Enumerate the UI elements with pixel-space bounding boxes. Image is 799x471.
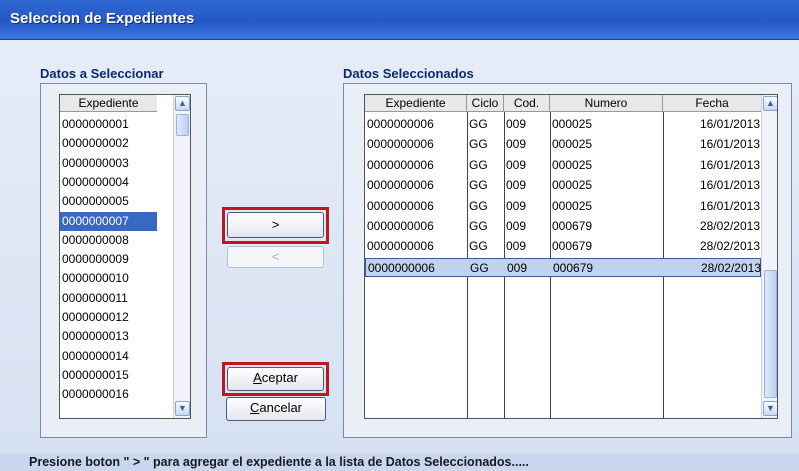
column-fecha[interactable]: Fecha <box>663 95 761 112</box>
column-expediente[interactable]: Expediente <box>365 95 467 112</box>
chevron-down-icon[interactable]: ▼ <box>763 401 777 416</box>
available-scroll-thumb[interactable] <box>176 114 189 136</box>
list-item[interactable]: 0000000004 <box>60 173 172 192</box>
list-item[interactable]: 0000000007 <box>60 211 157 231</box>
cell-cod: 009 <box>506 137 527 152</box>
table-row[interactable]: 0000000006 GG 009 000679 28/02/2013 <box>365 257 761 277</box>
accept-label-rest: ceptar <box>261 370 298 385</box>
column-ciclo[interactable]: Ciclo <box>467 95 504 112</box>
title-bar: Seleccion de Expedientes <box>0 0 799 40</box>
list-item[interactable]: 0000000005 <box>60 192 172 211</box>
table-row[interactable]: 0000000006 GG 009 000025 16/01/2013 <box>365 115 761 134</box>
cell-cod: 009 <box>506 157 527 172</box>
cancel-mnemonic: C <box>249 400 260 415</box>
list-item[interactable]: 0000000008 <box>60 231 172 250</box>
cancel-label-rest: ancelar <box>259 400 303 415</box>
add-button[interactable]: > <box>227 212 324 238</box>
cell-numero: 000679 <box>553 260 594 275</box>
list-item[interactable]: 0000000002 <box>60 134 172 153</box>
selected-label: Datos Seleccionados <box>343 66 474 81</box>
cell-fecha: 28/02/2013 <box>699 239 760 254</box>
cell-fecha: 28/02/2013 <box>700 260 761 275</box>
cell-ciclo: GG <box>469 219 488 233</box>
cell-cod: 009 <box>507 260 528 275</box>
remove-button[interactable]: < <box>227 246 324 268</box>
list-item[interactable]: 0000000001 <box>60 115 172 134</box>
chevron-up-icon[interactable]: ▲ <box>175 96 190 111</box>
cell-cod: 009 <box>506 178 527 193</box>
accept-mnemonic: A <box>253 370 262 385</box>
cell-cod: 009 <box>506 239 527 254</box>
cell-ciclo: GG <box>469 178 488 193</box>
cell-cod: 009 <box>506 198 527 213</box>
cell-numero: 000025 <box>552 137 593 152</box>
cell-ciclo: GG <box>469 157 488 172</box>
cell-numero: 000679 <box>552 219 593 233</box>
accept-button[interactable]: Aceptar <box>227 367 324 391</box>
list-item[interactable]: 0000000016 <box>60 385 172 404</box>
cell-expediente: 0000000006 <box>367 117 434 131</box>
table-row[interactable]: 0000000006 GG 009 000679 28/02/2013 <box>365 237 761 256</box>
list-item[interactable]: 0000000013 <box>60 327 172 346</box>
available-listbox[interactable]: Expediente 0000000001 0000000002 000000000… <box>59 94 191 419</box>
cell-expediente: 0000000006 <box>368 260 435 275</box>
status-bar: Presione boton " > " para agregar el exp… <box>0 454 799 471</box>
table-row[interactable]: 0000000006 GG 009 000025 16/01/2013 <box>365 156 761 175</box>
cell-ciclo: GG <box>469 239 488 254</box>
selected-grid[interactable]: Expediente Ciclo Cod. Numero Fecha 00000… <box>364 94 778 419</box>
cell-fecha: 16/01/2013 <box>699 157 760 172</box>
cell-expediente: 0000000006 <box>367 157 434 172</box>
table-row[interactable]: 0000000006 GG 009 000025 16/01/2013 <box>365 135 761 154</box>
selected-scroll-thumb[interactable] <box>764 270 777 398</box>
list-item[interactable]: 0000000014 <box>60 347 172 366</box>
cancel-button[interactable]: Cancelar <box>226 397 326 421</box>
cell-fecha: 16/01/2013 <box>699 178 760 193</box>
list-item[interactable]: 0000000012 <box>60 308 172 327</box>
cell-expediente: 0000000006 <box>367 219 434 233</box>
list-item[interactable]: 0000000015 <box>60 366 172 385</box>
table-row[interactable]: 0000000006 GG 009 000025 16/01/2013 <box>365 197 761 216</box>
column-numero[interactable]: Numero <box>550 95 663 112</box>
cell-numero: 000025 <box>552 178 593 193</box>
table-row[interactable]: 0000000006 GG 009 000025 16/01/2013 <box>365 176 761 195</box>
list-item[interactable]: 0000000003 <box>60 154 172 173</box>
chevron-up-icon[interactable]: ▲ <box>763 96 777 111</box>
chevron-down-icon[interactable]: ▼ <box>175 401 190 416</box>
available-header-expediente[interactable]: Expediente <box>60 95 157 112</box>
cell-cod: 009 <box>506 219 527 233</box>
selected-scrollbar[interactable]: ▲ ▼ <box>761 95 777 418</box>
cell-ciclo: GG <box>470 260 489 275</box>
cell-numero: 000025 <box>552 157 593 172</box>
cell-ciclo: GG <box>469 117 488 131</box>
cell-fecha: 16/01/2013 <box>699 198 760 213</box>
cell-numero: 000025 <box>552 198 593 213</box>
window-title: Seleccion de Expedientes <box>10 10 195 27</box>
available-label: Datos a Seleccionar <box>40 66 164 81</box>
cell-numero: 000025 <box>552 117 593 131</box>
list-item[interactable]: 0000000009 <box>60 250 172 269</box>
table-row[interactable]: 0000000006 GG 009 000679 28/02/2013 <box>365 217 761 236</box>
list-item[interactable]: 0000000010 <box>60 269 172 288</box>
cell-expediente: 0000000006 <box>367 137 434 152</box>
cell-expediente: 0000000006 <box>367 239 434 254</box>
cell-cod: 009 <box>506 117 527 131</box>
column-cod[interactable]: Cod. <box>504 95 550 112</box>
cell-fecha: 16/01/2013 <box>699 137 760 152</box>
cell-fecha: 28/02/2013 <box>699 219 760 233</box>
available-scrollbar[interactable]: ▲ ▼ <box>173 95 190 418</box>
cell-numero: 000679 <box>552 239 593 254</box>
cell-ciclo: GG <box>469 198 488 213</box>
cell-expediente: 0000000006 <box>367 198 434 213</box>
cell-expediente: 0000000006 <box>367 178 434 193</box>
cell-ciclo: GG <box>469 137 488 152</box>
cell-fecha: 16/01/2013 <box>699 117 760 131</box>
list-item[interactable]: 0000000011 <box>60 289 172 308</box>
